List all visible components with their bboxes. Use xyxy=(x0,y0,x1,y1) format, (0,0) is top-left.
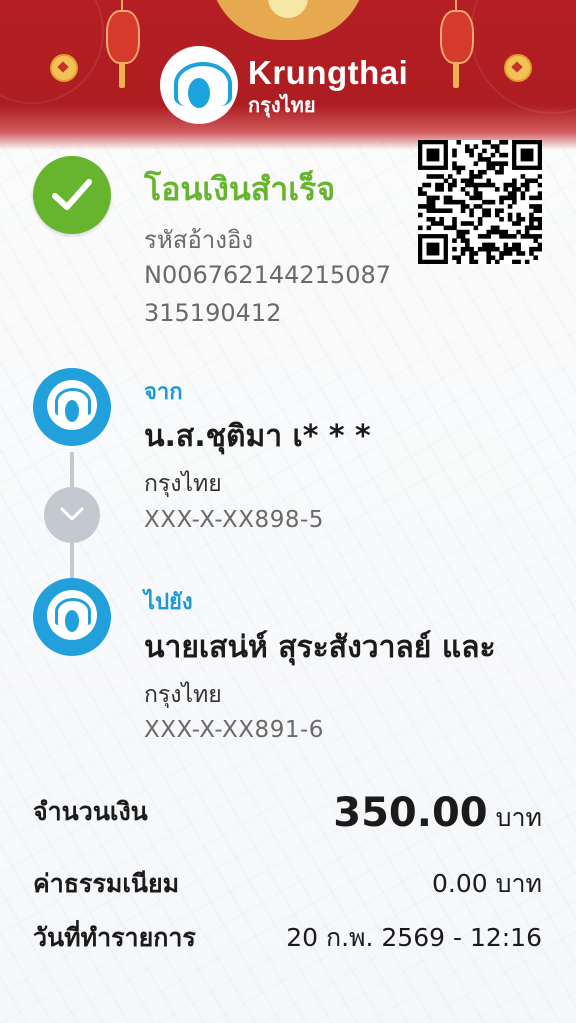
date-value: 20 ก.พ. 2569 - 12:16 xyxy=(286,923,542,952)
reference-number: N006762144215087315190412 xyxy=(144,261,391,327)
from-account: XXX-X-XX898-5 xyxy=(144,507,324,533)
lantern-icon xyxy=(440,0,474,88)
brand-name-th: กรุงไทย xyxy=(248,92,316,117)
qr-code-icon xyxy=(418,140,543,265)
chevron-down-icon xyxy=(44,487,100,543)
amount-unit: บาท xyxy=(495,803,542,832)
fee-label: ค่าธรรมเนียม xyxy=(33,869,180,898)
to-bank: กรุงไทย xyxy=(144,682,222,708)
amount-value: 350.00 xyxy=(333,790,488,836)
to-label: ไปยัง xyxy=(144,590,193,615)
krungthai-logo-icon xyxy=(160,46,238,124)
brand-name-en: Krungthai xyxy=(248,53,409,91)
reference-label: รหัสอ้างอิง xyxy=(144,226,254,254)
header-banner: Krungthai กรุงไทย xyxy=(0,0,576,150)
fee-value: 0.00 บาท xyxy=(432,869,542,898)
to-bank-logo-icon xyxy=(33,578,111,656)
from-bank: กรุงไทย xyxy=(144,471,222,497)
coin-icon xyxy=(504,54,532,82)
to-name: นายเสน่ห์ สุระสังวาลย์ และ xyxy=(144,630,496,665)
decorative-cloud xyxy=(210,0,366,40)
checkmark-icon xyxy=(33,156,111,234)
from-name: น.ส.ชุติมา เ* * * xyxy=(144,419,371,454)
amount-label: จำนวนเงิน xyxy=(33,797,148,826)
from-bank-logo-icon xyxy=(33,368,111,446)
to-account: XXX-X-XX891-6 xyxy=(144,717,324,743)
from-label: จาก xyxy=(144,380,183,405)
coin-icon xyxy=(50,54,78,82)
date-label: วันที่ทำรายการ xyxy=(33,923,196,952)
brand-logo: Krungthai กรุงไทย xyxy=(160,46,408,124)
status-title: โอนเงินสำเร็จ xyxy=(144,170,336,208)
amount-display: 350.00 บาท xyxy=(333,790,542,838)
lantern-icon xyxy=(106,0,140,88)
